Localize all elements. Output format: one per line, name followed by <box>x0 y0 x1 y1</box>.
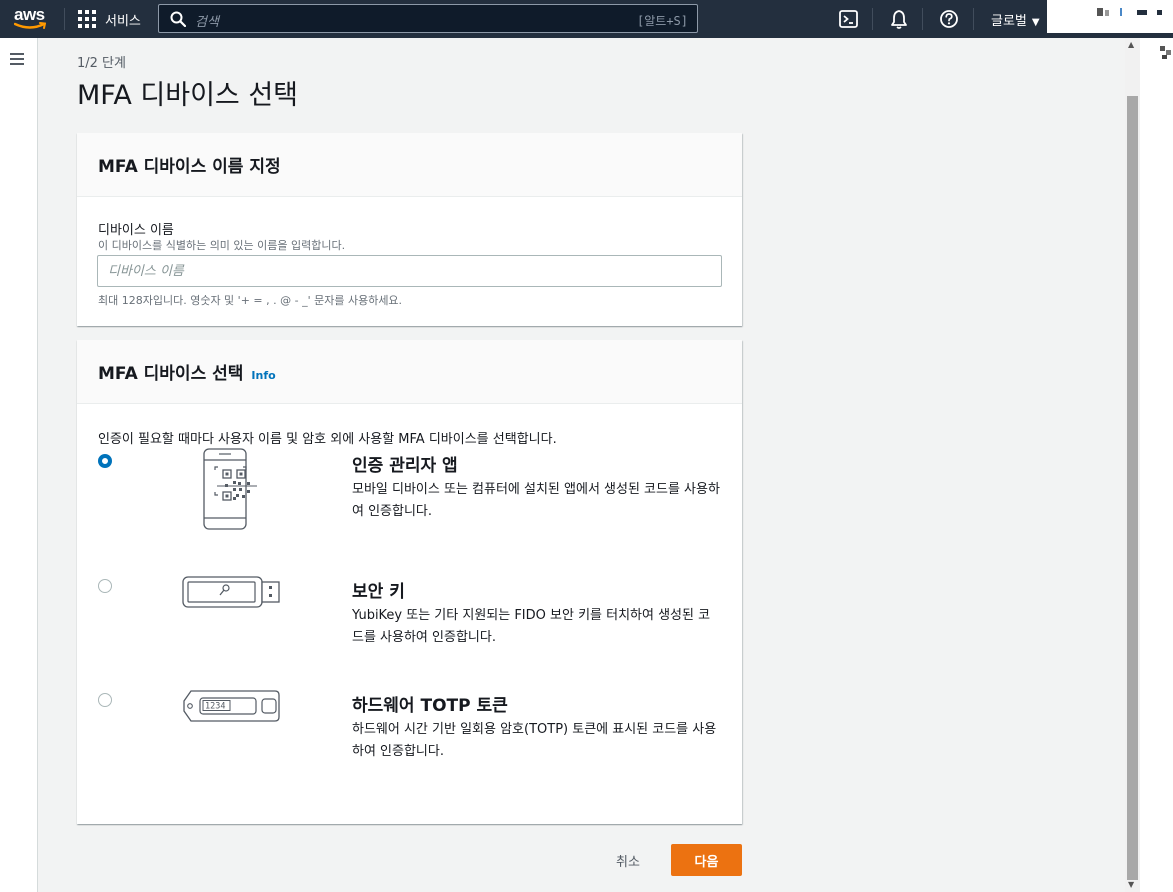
option-description: YubiKey 또는 기타 지원되는 FIDO 보안 키를 터치하여 생성된 코… <box>352 608 711 645</box>
scroll-up-arrow-icon[interactable]: ▲ <box>1128 40 1138 50</box>
panel-toggle-icon[interactable] <box>1160 46 1172 60</box>
next-button[interactable]: 다음 <box>671 844 742 876</box>
option-title: 인증 관리자 앱 <box>352 456 458 476</box>
nav-divider <box>872 8 873 30</box>
page-scrollbar[interactable] <box>1125 38 1140 892</box>
help-icon[interactable] <box>938 8 960 30</box>
device-name-label: 디바이스 이름 <box>98 223 174 238</box>
device-name-input[interactable] <box>97 255 722 287</box>
cloudshell-icon[interactable] <box>838 8 860 30</box>
device-name-constraint-hint: 최대 128자입니다. 영숫자 및 '+ = , . @ - _' 문자를 사용… <box>98 294 403 307</box>
totp-display-digits: 1234 <box>205 702 225 712</box>
bell-icon[interactable] <box>888 8 910 30</box>
top-navigation: aws 서비스 검색 [알트+S] 글로벌 ▼ <box>0 0 1173 38</box>
right-edge-panel <box>1140 38 1173 892</box>
caret-down-icon: ▼ <box>1031 17 1040 28</box>
card-title: MFA 디바이스 이름 지정 <box>98 157 281 177</box>
scrollbar-thumb[interactable] <box>1127 96 1138 880</box>
card-title-text: MFA 디바이스 선택 <box>98 364 244 384</box>
option-description: 모바일 디바이스 또는 컴퓨터에 설치된 앱에서 생성된 코드를 사용하여 인증… <box>352 482 720 519</box>
option-title: 하드웨어 TOTP 토큰 <box>352 696 508 716</box>
scroll-down-arrow-icon[interactable]: ▼ <box>1128 880 1138 890</box>
search-placeholder: 검색 <box>195 15 219 30</box>
nav-divider <box>922 8 923 30</box>
option-security-key[interactable]: 보안 키 YubiKey 또는 기타 지원되는 FIDO 보안 키를 터치하여 … <box>77 574 742 684</box>
option-description: 하드웨어 시간 기반 일회용 암호(TOTP) 토큰에 표시된 코드를 사용하여… <box>352 722 717 759</box>
mfa-device-select-card: MFA 디바이스 선택 Info 인증이 필요할 때마다 사용자 이름 및 암호 … <box>77 340 742 824</box>
card-header: MFA 디바이스 이름 지정 <box>77 133 742 197</box>
nav-divider <box>64 8 65 30</box>
aws-logo[interactable]: aws <box>14 5 48 33</box>
services-grid-icon <box>78 10 96 28</box>
option-authenticator-app[interactable]: 인증 관리자 앱 모바일 디바이스 또는 컴퓨터에 설치된 앱에서 생성된 코드… <box>77 448 742 558</box>
device-name-card: MFA 디바이스 이름 지정 디바이스 이름 이 디바이스를 식별하는 의미 있… <box>77 133 742 326</box>
card-header: MFA 디바이스 선택 Info <box>77 340 742 404</box>
phone-qr-illustration-icon <box>203 448 257 530</box>
side-navigation <box>0 38 38 892</box>
usb-security-key-illustration-icon <box>182 576 280 608</box>
region-label: 글로벌 <box>991 14 1027 29</box>
search-bar[interactable]: 검색 [알트+S] <box>158 4 698 33</box>
nav-divider <box>973 8 974 30</box>
page-title: MFA 디바이스 선택 <box>77 80 299 111</box>
mfa-select-description: 인증이 필요할 때마다 사용자 이름 및 암호 외에 사용할 MFA 디바이스를… <box>98 432 557 447</box>
totp-token-illustration-icon: 1234 <box>183 690 280 722</box>
aws-smile-icon <box>14 22 46 29</box>
radio-security-key[interactable] <box>98 579 112 593</box>
search-icon <box>170 11 186 27</box>
step-indicator: 1/2 단계 <box>77 56 126 71</box>
region-selector[interactable]: 글로벌 ▼ <box>991 10 1040 29</box>
radio-authenticator-app[interactable] <box>98 454 112 468</box>
search-shortcut-hint: [알트+S] <box>637 14 688 28</box>
radio-hardware-totp[interactable] <box>98 693 112 707</box>
services-label: 서비스 <box>105 13 141 29</box>
account-menu-obscured[interactable] <box>1047 0 1173 33</box>
hamburger-menu-icon[interactable] <box>10 53 24 65</box>
option-title: 보안 키 <box>352 582 405 602</box>
info-link[interactable]: Info <box>251 369 275 382</box>
card-title: MFA 디바이스 선택 Info <box>98 359 276 384</box>
option-hardware-totp[interactable]: 1234 하드웨어 TOTP 토큰 하드웨어 시간 기반 일회용 암호(TOTP… <box>77 688 742 798</box>
device-name-description: 이 디바이스를 식별하는 의미 있는 이름을 입력합니다. <box>98 239 346 252</box>
cancel-button[interactable]: 취소 <box>603 847 653 873</box>
services-menu-button[interactable]: 서비스 <box>78 7 141 31</box>
